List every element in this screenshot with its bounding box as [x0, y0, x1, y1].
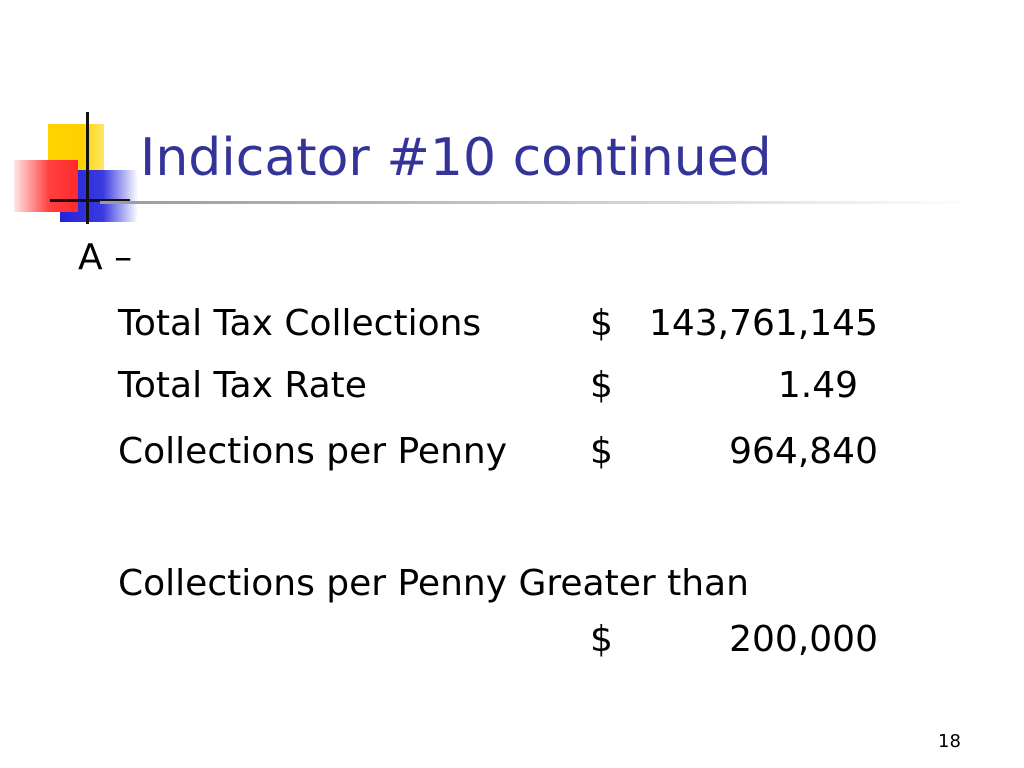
- row-label-collections-per-penny: Collections per Penny: [118, 431, 508, 472]
- slide-title: Indicator #10 continued: [140, 128, 772, 188]
- threshold-amount: 200,000: [729, 619, 878, 660]
- row-label-total-tax-rate: Total Tax Rate: [118, 365, 367, 406]
- logo-vertical-line: [86, 112, 89, 224]
- row-currency-collections-per-penny: $: [590, 431, 613, 472]
- row-amount-total-tax-collections: 143,761,145: [648, 303, 878, 344]
- section-heading: A –: [78, 237, 133, 278]
- row-label-total-tax-collections: Total Tax Collections: [118, 303, 482, 344]
- page-number: 18: [938, 731, 961, 752]
- row-amount-total-tax-rate: 1.49: [777, 365, 858, 406]
- logo-red-square: [14, 160, 78, 212]
- threshold-currency: $: [590, 619, 613, 660]
- threshold-label: Collections per Penny Greater than: [118, 563, 749, 604]
- row-currency-total-tax-rate: $: [590, 365, 613, 406]
- slide: Indicator #10 continued A – Total Tax Co…: [0, 0, 1024, 768]
- row-amount-collections-per-penny: 964,840: [729, 431, 878, 472]
- row-currency-total-tax-collections: $: [590, 303, 613, 344]
- title-underline: [100, 201, 980, 204]
